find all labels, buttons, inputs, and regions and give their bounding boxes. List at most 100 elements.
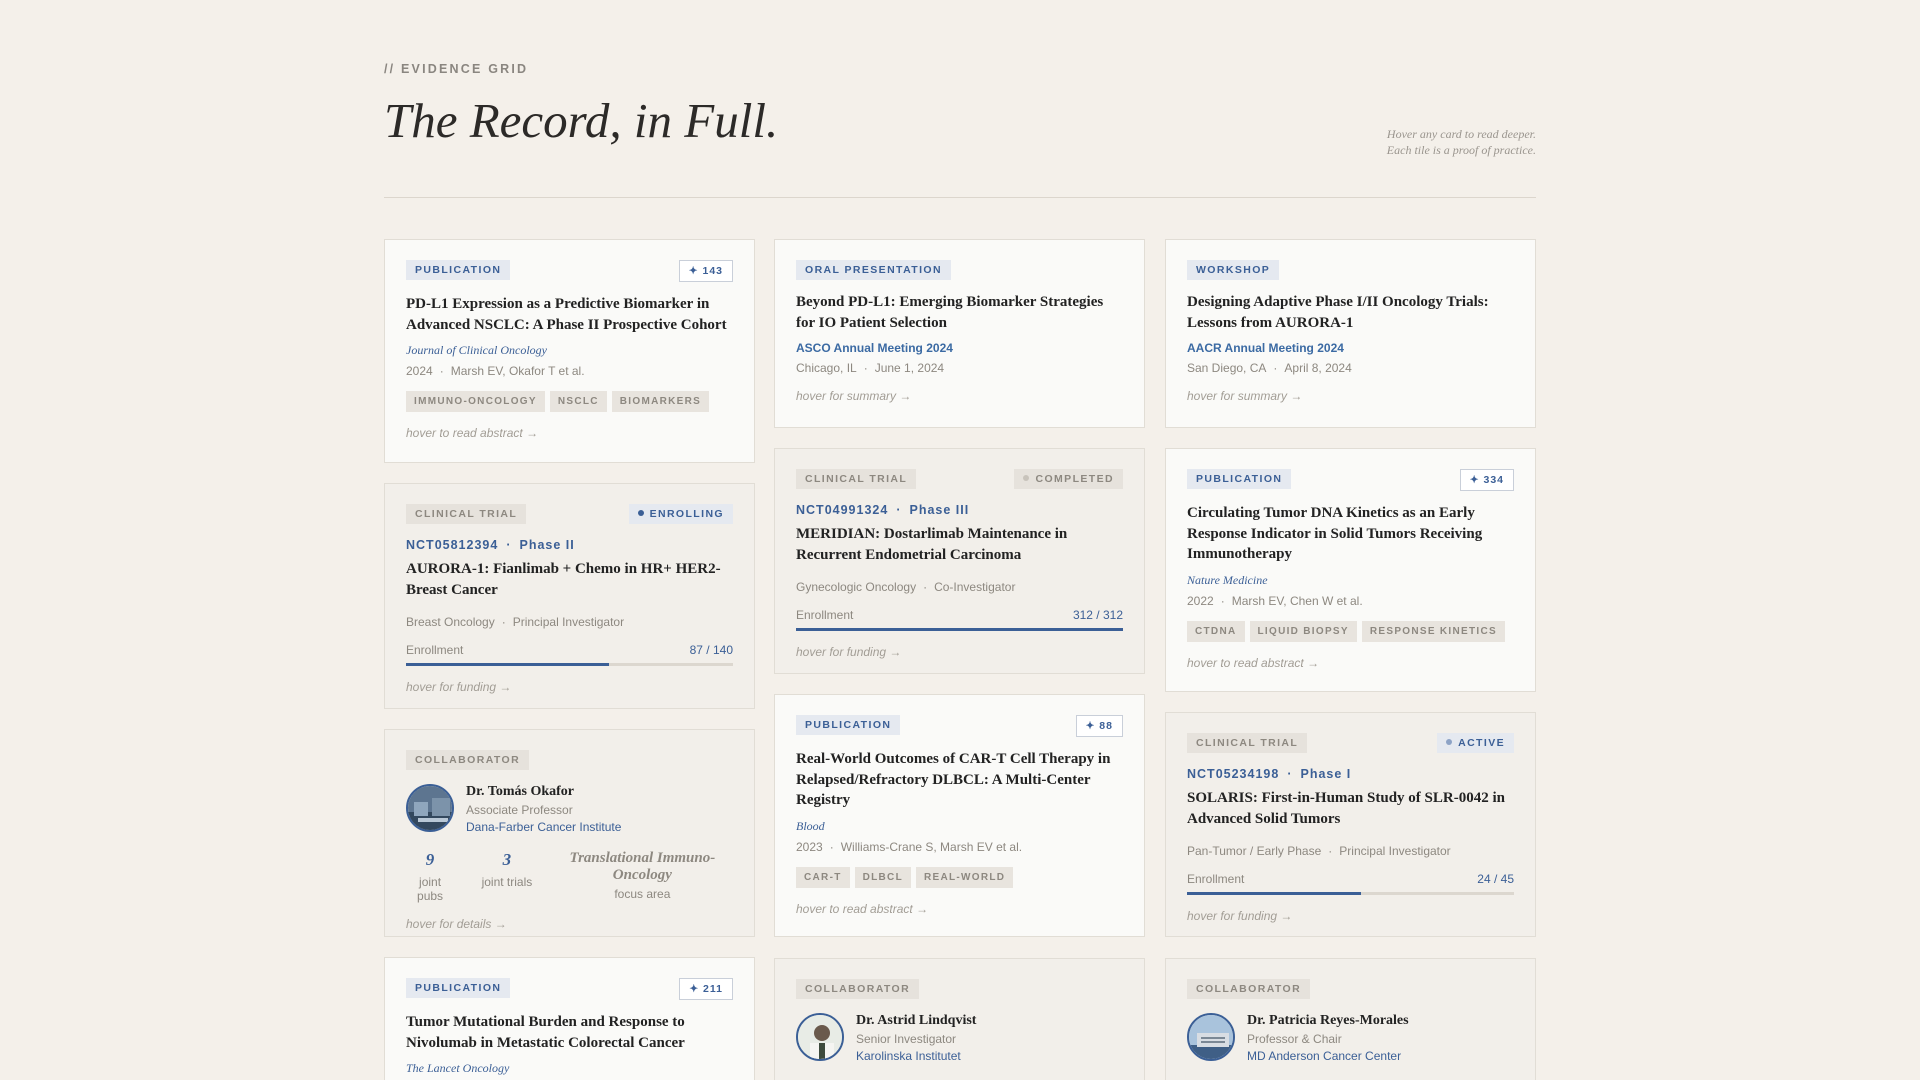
keyword-tag: LIQUID BIOPSY: [1249, 620, 1357, 642]
enrollment-label: Enrollment: [796, 608, 854, 622]
trial-id-line: NCT05234198 · Phase I: [1187, 767, 1352, 781]
status-label: ACTIVE: [1458, 737, 1505, 749]
trial-phase: Phase II: [519, 538, 575, 552]
trial-id-line: NCT05812394 · Phase II: [406, 538, 575, 552]
citation-count-badge: ✦ 88: [1075, 715, 1123, 737]
enrollment-value: 24 / 45: [1477, 872, 1514, 886]
authors: Marsh EV, Chen W et al.: [1231, 593, 1363, 608]
trial-status-badge: COMPLETED: [1014, 469, 1123, 489]
card-title: SOLARIS: First-in-Human Study of SLR-004…: [1187, 790, 1505, 827]
status-dot-icon: [1446, 739, 1453, 745]
card-type-tag: COLLABORATOR: [796, 979, 920, 999]
journal-name: Journal of Clinical Oncology: [406, 343, 547, 357]
clinical-trial-card[interactable]: CLINICAL TRIAL ACTIVE NCT05234198 · Phase …: [1165, 712, 1536, 937]
keyword-tag: NSCLC: [549, 391, 607, 412]
trial-id: NCT05812394: [406, 538, 499, 552]
status-label: ENROLLING: [649, 508, 724, 520]
location: Chicago, IL: [796, 361, 857, 375]
year: 2024: [406, 364, 433, 378]
journal-name: The Lancet Oncology: [406, 1061, 510, 1075]
publication-card[interactable]: PUBLICATION ✦ 334 Circulating Tumor DNA …: [1165, 448, 1536, 692]
collaborator-info: Dr. Tomás Okafor Associate Professor Dan…: [466, 784, 621, 834]
hover-hint: Hover any card to read deeper. Each tile…: [1387, 126, 1536, 158]
investigator-role: Principal Investigator: [1339, 844, 1451, 858]
collaborator-institution[interactable]: MD Anderson Cancer Center: [1247, 1049, 1409, 1063]
trial-phase: Phase I: [1300, 767, 1352, 781]
publication-meta: 2023 · Williams-Crane S, Marsh EV et al.: [796, 839, 1023, 854]
venue-name: AACR Annual Meeting 2024: [1187, 341, 1344, 355]
card-title: Designing Adaptive Phase I/II Oncology T…: [1187, 294, 1489, 331]
card-type-tag: CLINICAL TRIAL: [796, 469, 917, 489]
card-title: Beyond PD-L1: Emerging Biomarker Strateg…: [796, 294, 1104, 331]
page-title: The Record, in Full.: [384, 93, 779, 148]
enrollment-progress-fill: [406, 663, 610, 666]
status-dot-icon: [637, 510, 644, 516]
hint-line: Hover any card to read deeper.: [1386, 127, 1536, 141]
collaborator-card[interactable]: COLLABORATOR Dr. Tomás Okafor Associate …: [384, 729, 755, 937]
hover-prompt: hover for details →: [406, 917, 507, 931]
year: 2023: [796, 839, 823, 854]
trial-meta: Breast Oncology · Principal Investigator: [406, 615, 625, 629]
joint-trials-stat: 3 joint trials: [468, 850, 546, 889]
enrollment-row: Enrollment 312 / 312: [796, 608, 1123, 622]
collaborator-info: Dr. Astrid Lindqvist Senior Investigator…: [856, 1013, 976, 1063]
collaborator-role: Professor & Chair: [1247, 1032, 1342, 1046]
collaborator-card[interactable]: COLLABORATOR Dr. Astrid Lindqvist Senior…: [774, 958, 1145, 1080]
enrollment-row: Enrollment 24 / 45: [1187, 872, 1514, 886]
workshop-card[interactable]: WORKSHOP Designing Adaptive Phase I/II O…: [1165, 239, 1536, 428]
trial-status-badge: ENROLLING: [628, 504, 733, 524]
card-type-tag: WORKSHOP: [1187, 260, 1280, 280]
trial-meta: Pan-Tumor / Early Phase · Principal Invest…: [1187, 844, 1451, 858]
collaborator-name: Dr. Patricia Reyes-Morales: [1247, 1013, 1409, 1028]
card-title: AURORA-1: Fianlimab + Chemo in HR+ HER2-…: [406, 561, 721, 598]
keyword-list: IMMUNO-ONCOLOGY NSCLC BIOMARKERS: [406, 391, 733, 412]
collaborator-institution[interactable]: Karolinska Institutet: [856, 1049, 976, 1063]
card-type-tag: CLINICAL TRIAL: [1187, 733, 1308, 753]
enrollment-row: Enrollment 87 / 140: [406, 643, 733, 657]
joint-pubs-stat: 9 joint pubs: [406, 850, 454, 903]
collaborator-role: Senior Investigator: [856, 1032, 957, 1046]
card-title: PD-L1 Expression as a Predictive Biomark…: [406, 296, 727, 333]
hover-prompt: hover for funding →: [1187, 909, 1293, 923]
collaborator-profile: Dr. Astrid Lindqvist Senior Investigator…: [796, 1013, 1123, 1063]
keyword-list: CAR-T DLBCL REAL-WORLD: [796, 866, 1123, 888]
trial-status-badge: ACTIVE: [1437, 733, 1514, 753]
publication-meta: 2024 · Marsh EV, Okafor T et al.: [406, 364, 585, 378]
enrollment-label: Enrollment: [406, 643, 464, 657]
stat-value: 3: [502, 850, 512, 869]
keyword-list: CTDNA LIQUID BIOPSY RESPONSE KINETICS: [1187, 620, 1514, 642]
keyword-tag: BIOMARKERS: [611, 391, 710, 412]
collaborator-profile: Dr. Tomás Okafor Associate Professor Dan…: [406, 784, 733, 834]
card-title: Tumor Mutational Burden and Response to …: [406, 1014, 685, 1051]
clinical-trial-card[interactable]: CLINICAL TRIAL ENROLLING NCT05812394 · Pha…: [384, 483, 755, 709]
trial-phase: Phase III: [909, 503, 970, 517]
journal-name: Blood: [796, 818, 825, 833]
publication-card[interactable]: PUBLICATION ✦ 211 Tumor Mutational Burde…: [384, 957, 755, 1080]
enrollment-progress-bar: [1187, 892, 1514, 895]
journal-name: Nature Medicine: [1187, 572, 1268, 587]
card-type-tag: PUBLICATION: [406, 260, 511, 280]
publication-card[interactable]: PUBLICATION ✦ 143 PD-L1 Expression as a …: [384, 239, 755, 463]
clinical-trial-card[interactable]: CLINICAL TRIAL COMPLETED NCT04991324 · Pha…: [774, 448, 1145, 674]
citation-count-badge: ✦ 143: [678, 260, 733, 282]
citation-count-badge: ✦ 334: [1459, 469, 1514, 491]
citation-count-badge: ✦ 211: [679, 978, 733, 1000]
collaborator-name: Dr. Tomás Okafor: [466, 784, 575, 799]
presentation-card[interactable]: ORAL PRESENTATION Beyond PD-L1: Emerging…: [774, 239, 1145, 428]
hover-prompt: hover for summary →: [796, 389, 912, 403]
card-type-tag: PUBLICATION: [406, 978, 511, 998]
avatar-photo-icon: [798, 1015, 842, 1059]
avatar-photo-icon: [408, 786, 452, 830]
keyword-tag: DLBCL: [854, 866, 911, 888]
year: 2022: [1187, 593, 1214, 608]
collaborator-institution[interactable]: Dana-Farber Cancer Institute: [466, 820, 621, 834]
card-type-tag: PUBLICATION: [1187, 469, 1292, 489]
status-label: COMPLETED: [1035, 473, 1114, 485]
card-type-tag: PUBLICATION: [796, 715, 901, 735]
publication-card[interactable]: PUBLICATION ✦ 88 Real-World Outcomes of …: [774, 694, 1145, 937]
hint-line: Each tile is a proof of practice.: [1386, 143, 1536, 157]
keyword-tag: REAL-WORLD: [916, 866, 1014, 888]
publication-meta: 2022 · Marsh EV, Chen W et al.: [1187, 593, 1363, 608]
hover-prompt: hover for funding →: [406, 680, 512, 694]
collaborator-card[interactable]: COLLABORATOR Dr. Patricia Reyes-Morales …: [1165, 958, 1536, 1080]
